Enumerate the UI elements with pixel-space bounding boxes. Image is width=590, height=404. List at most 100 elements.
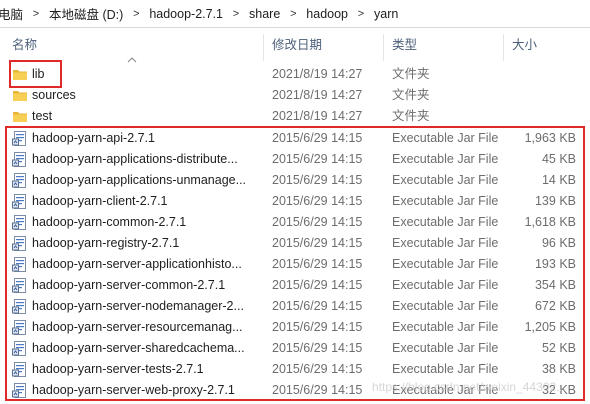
breadcrumb-item[interactable]: hadoop-2.7.1 [145, 0, 227, 27]
item-size: 1,618 KB [524, 215, 576, 229]
item-type: Executable Jar File [392, 362, 499, 376]
item-type: Executable Jar File [392, 278, 499, 292]
folder-icon [13, 91, 27, 101]
breadcrumb-item[interactable]: yarn [370, 0, 402, 27]
column-divider[interactable] [263, 34, 264, 61]
item-size: 139 KB [534, 194, 576, 208]
item-name: hadoop-yarn-api-2.7.1 [32, 131, 155, 145]
item-type: Executable Jar File [392, 320, 499, 334]
breadcrumb-separator-icon[interactable]: > [127, 8, 145, 20]
item-name: hadoop-yarn-applications-unmanage... [32, 173, 247, 187]
item-name: sources [32, 88, 76, 102]
file-row[interactable]: hadoop-yarn-server-sharedcachema... 2015/… [0, 338, 590, 359]
item-type: Executable Jar File [392, 152, 499, 166]
item-type: 文件夹 [392, 109, 430, 123]
folder-row[interactable]: sources 2021/8/19 14:27 文件夹 [0, 85, 590, 106]
item-date: 2015/6/29 14:15 [272, 278, 363, 292]
item-size: 193 KB [534, 257, 576, 271]
item-date: 2015/6/29 14:15 [272, 320, 363, 334]
jar-file-icon [12, 320, 26, 335]
breadcrumb-item[interactable]: share [245, 0, 284, 27]
column-divider[interactable] [383, 34, 384, 61]
breadcrumb-item-label: hadoop [306, 6, 349, 21]
file-row[interactable]: hadoop-yarn-server-tests-2.7.1 2015/6/29 … [0, 359, 590, 380]
breadcrumb-item-label: share [249, 6, 281, 21]
jar-file-icon [12, 257, 26, 272]
breadcrumb-item[interactable]: hadoop [302, 0, 352, 27]
item-size: 672 KB [534, 299, 576, 313]
item-type: Executable Jar File [392, 257, 499, 271]
item-date: 2015/6/29 14:15 [272, 257, 363, 271]
address-bar[interactable]: 电脑 > 本地磁盘 (D:) > hadoop-2.7.1 > share > hadoop > y… [0, 0, 590, 28]
breadcrumb-item-label: 本地磁盘 (D:) [49, 8, 124, 22]
folder-row[interactable]: lib 2021/8/19 14:27 文件夹 [0, 64, 590, 85]
breadcrumb-item[interactable]: 本地磁盘 (D:) [45, 0, 127, 27]
folder-icon [13, 70, 27, 80]
item-date: 2015/6/29 14:15 [272, 173, 363, 187]
item-type: 文件夹 [392, 88, 430, 102]
breadcrumb-item-label: hadoop-2.7.1 [149, 6, 224, 21]
file-row[interactable]: hadoop-yarn-server-nodemanager-2... 2015/… [0, 296, 590, 317]
item-date: 2021/8/19 14:27 [272, 67, 363, 81]
item-type: Executable Jar File [392, 194, 499, 208]
item-type: Executable Jar File [392, 173, 499, 187]
column-header-name[interactable]: 名称 [12, 28, 37, 61]
item-name: hadoop-yarn-server-applicationhisto... [32, 257, 242, 271]
column-header-size[interactable]: 大小 [512, 28, 537, 61]
item-date: 2015/6/29 14:15 [272, 194, 363, 208]
item-type: Executable Jar File [392, 299, 499, 313]
item-name: hadoop-yarn-server-sharedcachema... [32, 341, 245, 355]
item-date: 2015/6/29 14:15 [272, 215, 363, 229]
item-name: hadoop-yarn-client-2.7.1 [32, 194, 168, 208]
jar-file-icon [12, 383, 26, 398]
file-row[interactable]: hadoop-yarn-applications-distribute... 20… [0, 149, 590, 170]
breadcrumb-separator-icon[interactable]: > [227, 8, 245, 20]
file-row[interactable]: hadoop-yarn-common-2.7.1 2015/6/29 14:15 E… [0, 212, 590, 233]
column-header-type[interactable]: 类型 [392, 28, 417, 61]
item-size: 45 KB [541, 152, 576, 166]
breadcrumb-item[interactable]: 电脑 [0, 0, 27, 27]
file-row[interactable]: hadoop-yarn-api-2.7.1 2015/6/29 14:15 Exec… [0, 128, 590, 149]
jar-file-icon [12, 173, 26, 188]
item-size: 96 KB [541, 236, 576, 250]
breadcrumb-separator-icon[interactable]: > [352, 8, 370, 20]
item-type: Executable Jar File [392, 236, 499, 250]
jar-file-icon [12, 152, 26, 167]
file-row[interactable]: hadoop-yarn-server-common-2.7.1 2015/6/29… [0, 275, 590, 296]
jar-file-icon [12, 194, 26, 209]
file-row[interactable]: hadoop-yarn-registry-2.7.1 2015/6/29 14:1… [0, 233, 590, 254]
column-divider[interactable] [503, 34, 504, 61]
item-type: Executable Jar File [392, 215, 499, 229]
item-size: 14 KB [541, 173, 576, 187]
item-date: 2015/6/29 14:15 [272, 362, 363, 376]
item-size: 38 KB [541, 362, 576, 376]
sort-up-icon [127, 57, 137, 63]
breadcrumb-item-label: yarn [374, 6, 399, 21]
item-name: hadoop-yarn-common-2.7.1 [32, 215, 187, 229]
jar-file-icon [12, 131, 26, 146]
item-type: Executable Jar File [392, 341, 499, 355]
file-row[interactable]: hadoop-yarn-applications-unmanage... 2015… [0, 170, 590, 191]
item-date: 2015/6/29 14:15 [272, 152, 363, 166]
item-date: 2015/6/29 14:15 [272, 383, 363, 397]
column-header-date[interactable]: 修改日期 [272, 28, 322, 61]
folder-icon [13, 112, 27, 122]
item-name: hadoop-yarn-applications-distribute... [32, 152, 238, 166]
item-date: 2015/6/29 14:15 [272, 236, 363, 250]
item-date: 2021/8/19 14:27 [272, 88, 363, 102]
folder-row[interactable]: test 2021/8/19 14:27 文件夹 [0, 106, 590, 127]
item-name: hadoop-yarn-server-tests-2.7.1 [32, 362, 204, 376]
item-name: hadoop-yarn-server-common-2.7.1 [32, 278, 226, 292]
breadcrumb-separator-icon[interactable]: > [284, 8, 302, 20]
item-size: 1,205 KB [524, 320, 576, 334]
item-date: 2015/6/29 14:15 [272, 131, 363, 145]
file-row[interactable]: hadoop-yarn-server-applicationhisto... 20… [0, 254, 590, 275]
item-name: lib [32, 67, 45, 81]
file-row[interactable]: hadoop-yarn-server-resourcemanag... 2015/… [0, 317, 590, 338]
jar-file-icon [12, 362, 26, 377]
breadcrumb-separator-icon[interactable]: > [27, 8, 45, 20]
file-row[interactable]: hadoop-yarn-client-2.7.1 2015/6/29 14:15 E… [0, 191, 590, 212]
item-size: 1,963 KB [524, 131, 576, 145]
item-name: hadoop-yarn-server-web-proxy-2.7.1 [32, 383, 235, 397]
item-date: 2021/8/19 14:27 [272, 109, 363, 123]
